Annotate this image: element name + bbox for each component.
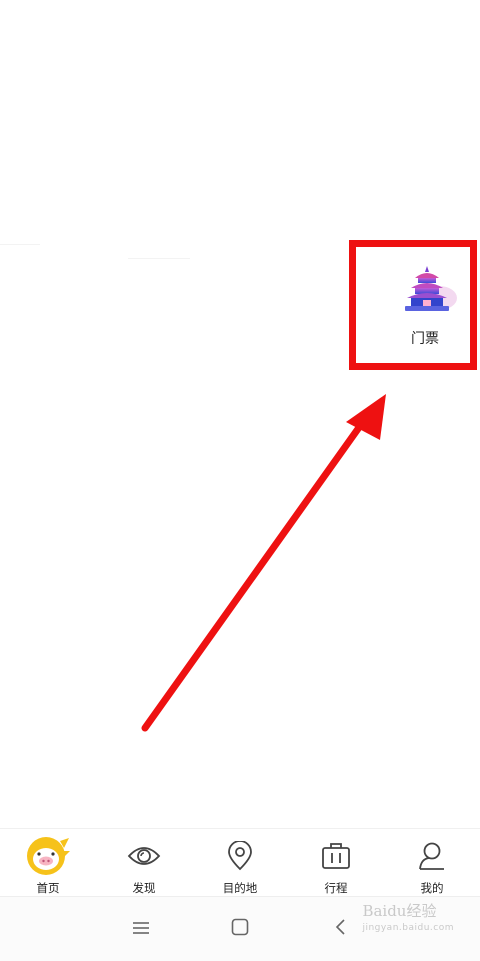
menu-icon: [132, 920, 150, 939]
tab-label: 行程: [324, 881, 348, 895]
tab-discover[interactable]: 发现: [96, 829, 192, 897]
menu-button[interactable]: [123, 913, 159, 945]
tab-mine[interactable]: 我的: [384, 829, 480, 897]
pig-logo-icon: [26, 835, 70, 881]
tab-destination[interactable]: 目的地: [192, 829, 288, 897]
tab-label: 目的地: [222, 881, 258, 895]
annotation-arrow: [141, 394, 386, 732]
back-button[interactable]: [322, 913, 358, 945]
bottom-tab-bar: 首页 发现 目的地 行程 我的: [0, 828, 480, 897]
tab-label: 我的: [420, 881, 444, 895]
back-chevron-icon: [334, 918, 346, 940]
home-button[interactable]: [222, 913, 258, 945]
eye-icon: [127, 843, 161, 873]
watermark-sub: jingyan.baidu.com: [362, 923, 454, 933]
tab-home[interactable]: 首页: [0, 829, 96, 897]
watermark-text: Baidu经验: [362, 902, 437, 920]
watermark: Baidu经验 jingyan.baidu.com: [362, 904, 454, 933]
suitcase-icon: [321, 842, 351, 874]
tab-label: 首页: [36, 881, 60, 895]
home-square-icon: [231, 918, 249, 940]
tab-label: 发现: [132, 881, 156, 895]
user-icon: [417, 841, 447, 875]
tab-itinerary[interactable]: 行程: [288, 829, 384, 897]
location-pin-icon: [226, 840, 254, 875]
